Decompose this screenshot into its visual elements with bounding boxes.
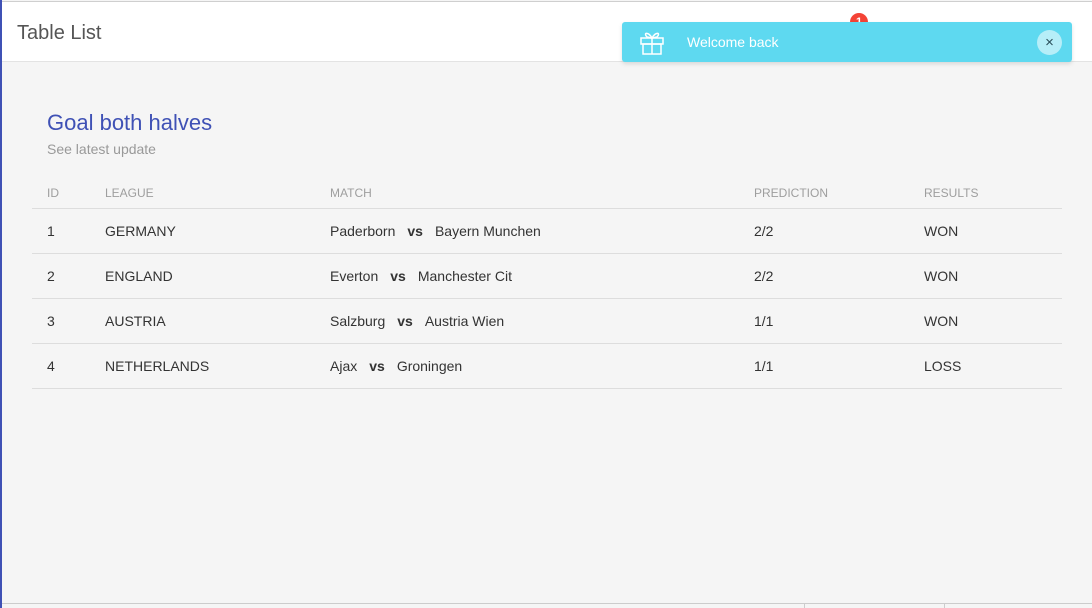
cell-result: LOSS: [924, 358, 962, 374]
gift-icon: [640, 32, 664, 55]
card-title: Goal both halves: [47, 110, 213, 135]
cell-id: 4: [47, 358, 55, 374]
cell-match: Salzburg vs Austria Wien: [330, 299, 504, 344]
cell-match: Everton vs Manchester Cit: [330, 254, 512, 299]
table-row: 1 GERMANY Paderborn vs Bayern Munchen 2/2 …: [32, 209, 1062, 254]
page-title: Table List: [17, 22, 102, 44]
vs-label: vs: [369, 358, 385, 374]
away-team: Manchester Cit: [417, 268, 512, 284]
cell-league: AUSTRIA: [105, 313, 166, 329]
table-row: 4 NETHERLANDS Ajax vs Groningen 1/1 LOSS: [32, 344, 1062, 389]
header-results: RESULTS: [924, 186, 979, 200]
table-row: 3 AUSTRIA Salzburg vs Austria Wien 1/1 WON: [32, 299, 1062, 344]
header-league: LEAGUE: [105, 186, 154, 200]
app-window: Table List 1 Welcome back × Goal both ha…: [0, 0, 1092, 608]
footer-separator: [804, 603, 805, 608]
close-icon[interactable]: ×: [1037, 30, 1062, 55]
away-team: Austria Wien: [424, 313, 505, 329]
cell-prediction: 2/2: [754, 223, 774, 239]
vs-label: vs: [407, 223, 423, 239]
cell-id: 1: [47, 223, 55, 239]
footer-divider: [2, 603, 1092, 608]
cell-league: GERMANY: [105, 223, 176, 239]
away-team: Groningen: [396, 358, 463, 374]
welcome-toast: Welcome back ×: [622, 22, 1072, 62]
cell-league: ENGLAND: [105, 268, 173, 284]
home-team: Everton: [330, 268, 379, 284]
cell-match: Ajax vs Groningen: [330, 344, 462, 389]
toast-message: Welcome back: [687, 34, 779, 50]
vs-label: vs: [397, 313, 413, 329]
home-team: Ajax: [330, 358, 358, 374]
table-row: 2 ENGLAND Everton vs Manchester Cit 2/2 WO…: [32, 254, 1062, 299]
home-team: Salzburg: [330, 313, 386, 329]
cell-id: 2: [47, 268, 55, 284]
cell-id: 3: [47, 313, 55, 329]
cell-result: WON: [924, 223, 959, 239]
header-match: MATCH: [330, 186, 372, 200]
cell-match: Paderborn vs Bayern Munchen: [330, 209, 541, 254]
vs-label: vs: [390, 268, 406, 284]
cell-result: WON: [924, 313, 959, 329]
header-prediction: PREDICTION: [754, 186, 829, 200]
cell-league: NETHERLANDS: [105, 358, 210, 374]
card-subtitle: See latest update: [47, 141, 156, 157]
table-header: ID LEAGUE MATCH PREDICTION RESULTS: [32, 178, 1062, 209]
cell-prediction: 2/2: [754, 268, 774, 284]
cell-prediction: 1/1: [754, 313, 774, 329]
cell-result: WON: [924, 268, 959, 284]
cell-prediction: 1/1: [754, 358, 774, 374]
predictions-table: ID LEAGUE MATCH PREDICTION RESULTS 1 GER…: [32, 178, 1062, 389]
footer-separator: [944, 603, 945, 608]
header-id: ID: [47, 186, 59, 200]
away-team: Bayern Munchen: [434, 223, 541, 239]
home-team: Paderborn: [330, 223, 396, 239]
